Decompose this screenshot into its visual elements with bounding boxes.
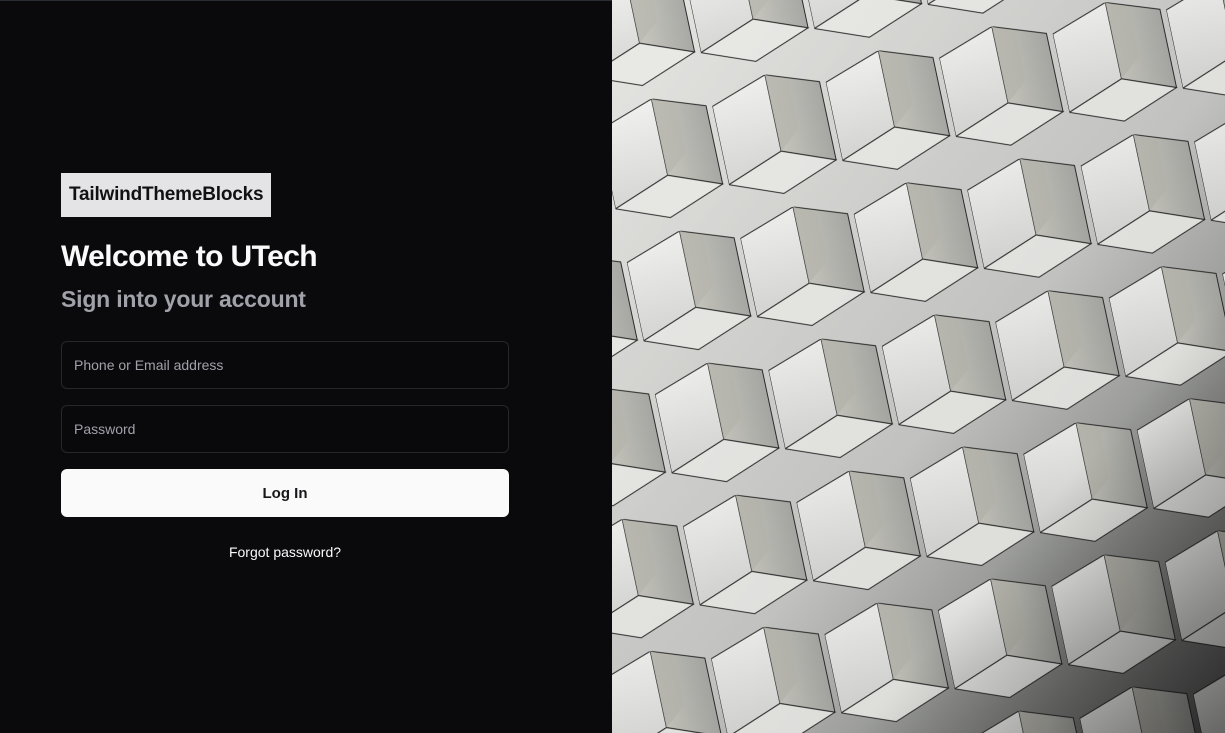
login-button[interactable]: Log In <box>61 469 509 517</box>
page-subtitle: Sign into your account <box>61 286 306 312</box>
email-field[interactable] <box>61 341 509 389</box>
page-title: Welcome to UTech <box>61 240 318 273</box>
facade-pattern-image <box>612 0 1225 733</box>
forgot-password-link[interactable]: Forgot password? <box>61 544 509 560</box>
login-page: TailwindThemeBlocks Welcome to UTech Sig… <box>0 0 1225 733</box>
brand-logo[interactable]: TailwindThemeBlocks <box>61 173 272 217</box>
login-panel: TailwindThemeBlocks Welcome to UTech Sig… <box>0 0 612 733</box>
password-field[interactable] <box>61 405 509 453</box>
hero-image <box>612 0 1225 733</box>
